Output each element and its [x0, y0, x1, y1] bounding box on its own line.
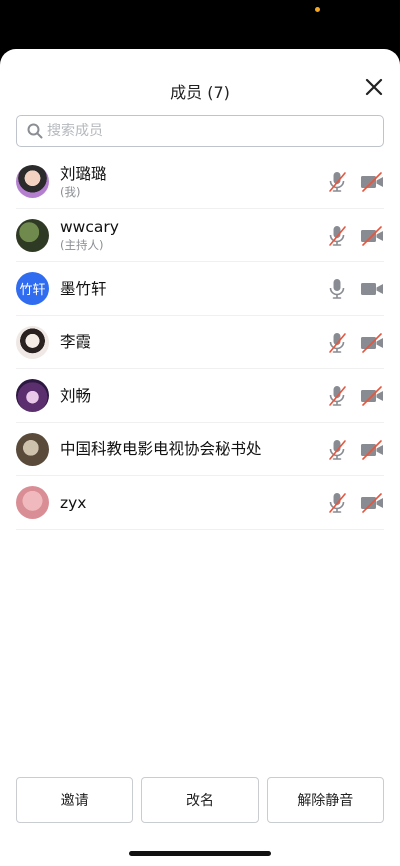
member-row[interactable]: 中国科教电影电视协会秘书处 — [16, 423, 384, 477]
avatar — [16, 432, 49, 466]
avatar — [16, 218, 49, 252]
members-sheet: 成员 (7) 刘璐璐(我)wwcary(主持人)竹轩墨竹轩李霞刘畅中国科教电影电… — [0, 49, 400, 866]
member-row[interactable]: zyx — [16, 476, 384, 530]
member-name-block: 刘畅 — [60, 369, 91, 423]
member-list: 刘璐璐 (我) wwcary (主持人) 竹轩 墨竹轩 李霞 刘畅 中国科教电影电视协会秘书处 z… — [0, 155, 400, 530]
microphone-muted-icon[interactable] — [326, 170, 348, 194]
page-title: 成员 (7) — [170, 83, 230, 102]
member-name: wwcary — [60, 218, 119, 237]
video-camera-icon[interactable] — [360, 279, 384, 299]
member-name-block: 李霞 — [60, 316, 91, 370]
status-indicator-dot — [315, 7, 320, 12]
microphone-muted-icon[interactable] — [326, 384, 348, 408]
microphone-muted-icon[interactable] — [326, 331, 348, 355]
avatar — [16, 325, 49, 359]
microphone-muted-icon[interactable] — [326, 491, 348, 515]
search-icon — [27, 123, 43, 139]
close-icon[interactable] — [364, 77, 384, 97]
microphone-icon[interactable] — [326, 277, 348, 301]
microphone-muted-icon[interactable] — [326, 224, 348, 248]
avatar — [16, 379, 49, 412]
member-row[interactable]: 竹轩 墨竹轩 — [16, 262, 384, 316]
member-name: 刘畅 — [60, 386, 92, 405]
avatar — [16, 486, 49, 519]
member-row[interactable]: wwcary (主持人) — [16, 209, 384, 263]
member-name: 中国科教电影电视协会秘书处 — [60, 440, 262, 459]
action-bar: 邀请 改名 解除静音 — [16, 777, 384, 823]
unmute-all-button[interactable]: 解除静音 — [266, 777, 384, 823]
avatar: 竹轩 — [16, 272, 49, 305]
video-camera-off-icon[interactable] — [360, 332, 384, 353]
member-name: 李霞 — [60, 333, 92, 352]
member-row[interactable]: 李霞 — [16, 316, 384, 370]
member-name: 墨竹轩 — [60, 279, 107, 298]
search-bar[interactable] — [16, 115, 384, 147]
video-camera-off-icon[interactable] — [360, 493, 384, 513]
member-name-block: 中国科教电影电视协会秘书处 — [60, 423, 262, 477]
search-input[interactable] — [47, 123, 347, 139]
member-role: (主持人) — [60, 238, 104, 253]
member-role: (我) — [60, 184, 81, 199]
member-row[interactable]: 刘璐璐 (我) — [16, 155, 384, 209]
member-name-block: zyx — [60, 476, 86, 530]
video-camera-off-icon[interactable] — [360, 439, 384, 460]
home-indicator — [129, 851, 271, 856]
member-row[interactable]: 刘畅 — [16, 369, 384, 423]
member-name: zyx — [60, 493, 87, 512]
video-camera-off-icon[interactable] — [360, 172, 384, 192]
invite-button[interactable]: 邀请 — [16, 777, 134, 823]
microphone-muted-icon[interactable] — [326, 438, 348, 462]
member-name-block: wwcary (主持人) — [60, 209, 119, 263]
member-name: 刘璐璐 — [60, 164, 107, 183]
avatar — [16, 165, 49, 198]
rename-button[interactable]: 改名 — [141, 777, 259, 823]
member-name-block: 墨竹轩 — [60, 262, 107, 316]
video-camera-off-icon[interactable] — [360, 386, 384, 406]
member-name-block: 刘璐璐 (我) — [60, 155, 107, 209]
video-camera-off-icon[interactable] — [360, 225, 384, 246]
